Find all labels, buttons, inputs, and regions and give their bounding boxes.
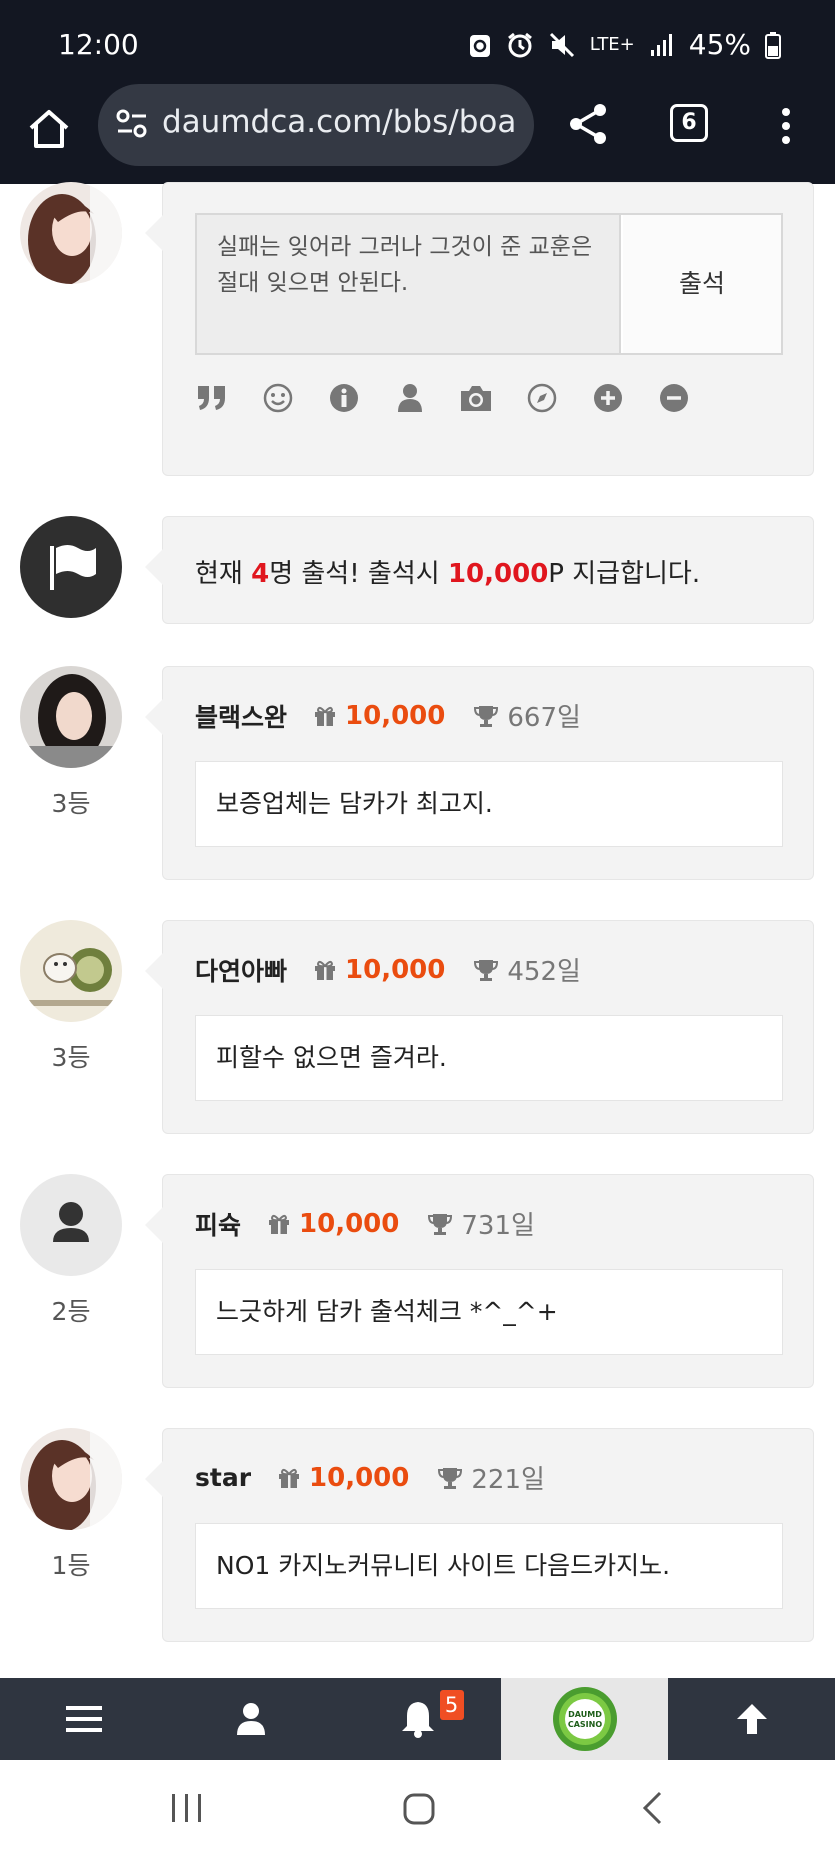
svg-text:CASINO: CASINO (567, 1720, 601, 1729)
mute-icon (549, 32, 574, 57)
trophy-icon (474, 705, 499, 727)
status-time: 12:00 (58, 28, 139, 61)
attend-button[interactable]: 출석 (623, 215, 781, 353)
battery-icon (765, 31, 781, 59)
attendance-days: 221일 (471, 1465, 545, 1495)
battery-percent: 45% (688, 28, 751, 61)
rank-label: 3등 (51, 789, 91, 818)
bottom-navigation: 5 DAUMD CASINO (0, 1678, 835, 1760)
smile-icon[interactable] (261, 381, 295, 415)
info-icon[interactable] (327, 381, 361, 415)
alarm-icon (507, 32, 532, 57)
nickname[interactable]: 피슉 (195, 1206, 241, 1242)
gift-icon (315, 706, 336, 726)
attendance-entry: 다연아빠 10,000 452일 피할수 없으면 즐겨라. (145, 920, 814, 1134)
entry-meta: 블랙스완 10,000 667일 (195, 697, 581, 734)
sync-icon (469, 34, 490, 57)
attendance-days: 667일 (507, 703, 581, 733)
trophy-icon (428, 1213, 453, 1235)
attendance-entry: star 10,000 221일 NO1 카지노커뮤니티 사이트 다음드카지노. (145, 1428, 814, 1642)
attendance-entry: 블랙스완 10,000 667일 보증업체는 담카가 최고지. (145, 666, 814, 880)
bell-icon (401, 1702, 434, 1738)
entry-meta: star 10,000 221일 (195, 1459, 545, 1496)
points-value: 10,000 (309, 1462, 410, 1493)
network-type: LTE+ (589, 34, 635, 55)
attendance-notice: 현재 4명 출석! 출석시 10,000P 지급합니다. (145, 516, 814, 624)
avatar-star[interactable] (20, 1428, 122, 1530)
url-text: daumdca.com/bbs/boa (162, 104, 517, 140)
rank-label: 3등 (51, 1043, 91, 1072)
composer-toolbar (195, 381, 691, 415)
attendee-count: 4 (251, 559, 270, 589)
nickname[interactable]: 블랙스완 (195, 698, 287, 734)
status-icons: LTE+ 45% (468, 28, 781, 61)
camera-icon[interactable] (459, 381, 493, 415)
attendance-days: 731일 (461, 1211, 535, 1241)
nav-scroll-top-button[interactable] (668, 1678, 835, 1760)
gift-icon (315, 960, 336, 980)
nickname[interactable]: star (195, 1463, 251, 1492)
nickname[interactable]: 다연아빠 (195, 952, 287, 988)
entry-comment: 피할수 없으면 즐겨라. (195, 1015, 783, 1101)
entry-comment: 느긋하게 담카 출석체크 *^_^+ (195, 1269, 783, 1355)
points-value: 10,000 (345, 700, 446, 731)
daumd-casino-logo: DAUMD CASINO (552, 1687, 617, 1751)
tab-switcher-button[interactable]: 6 (670, 104, 708, 142)
reward-points: 10,000 (447, 559, 549, 589)
attendance-composer: 실패는 잊어라 그러나 그것이 준 교훈은 절대 잊으면 안된다. 출석 (145, 182, 814, 476)
attendance-message-input[interactable]: 실패는 잊어라 그러나 그것이 준 교훈은 절대 잊으면 안된다. (197, 215, 621, 353)
rank-label: 1등 (51, 1551, 91, 1580)
quote-icon[interactable] (195, 381, 229, 415)
nav-profile-button[interactable] (167, 1678, 334, 1760)
trophy-icon (438, 1467, 463, 1489)
notice-text: 현재 4명 출석! 출석시 10,000P 지급합니다. (195, 559, 701, 589)
recent-apps-icon[interactable] (170, 1792, 204, 1824)
status-bar: 12:00 LTE+ 45% (0, 0, 835, 84)
back-icon[interactable] (640, 1790, 664, 1826)
compass-icon[interactable] (525, 381, 559, 415)
my-avatar (20, 182, 122, 284)
nav-notifications-button[interactable]: 5 (334, 1678, 501, 1760)
gift-icon (279, 1468, 300, 1488)
attendance-days: 452일 (507, 957, 581, 987)
trophy-icon (474, 959, 499, 981)
nav-menu-button[interactable] (0, 1678, 167, 1760)
rank-label: 2등 (51, 1297, 91, 1326)
flag-icon (50, 545, 96, 590)
points-value: 10,000 (345, 954, 446, 985)
avatar-default[interactable] (20, 1174, 122, 1276)
site-settings-icon[interactable] (114, 106, 150, 142)
avatar-dayeon-dad[interactable] (20, 920, 122, 1022)
composer-box: 실패는 잊어라 그러나 그것이 준 교훈은 절대 잊으면 안된다. 출석 (195, 213, 783, 355)
svg-text:DAUMD: DAUMD (568, 1710, 602, 1719)
home-icon[interactable] (26, 106, 72, 152)
hamburger-icon (65, 1706, 102, 1732)
signal-icon (650, 33, 672, 56)
flag-avatar (20, 516, 122, 618)
minus-circle-icon[interactable] (657, 381, 691, 415)
share-icon[interactable] (566, 102, 610, 146)
avatar-blackswan[interactable] (20, 666, 122, 768)
attendance-entry: 피슉 10,000 731일 느긋하게 담카 출석체크 *^_^+ (145, 1174, 814, 1388)
address-bar[interactable]: daumdca.com/bbs/boa (98, 84, 534, 166)
browser-toolbar: daumdca.com/bbs/boa 6 (0, 84, 835, 184)
entry-meta: 피슉 10,000 731일 (195, 1205, 535, 1242)
home-nav-icon[interactable] (402, 1792, 436, 1826)
entry-comment: 보증업체는 담카가 최고지. (195, 761, 783, 847)
arrow-up-icon (736, 1704, 767, 1734)
notification-badge: 5 (439, 1690, 464, 1720)
user-icon[interactable] (393, 381, 427, 415)
plus-circle-icon[interactable] (591, 381, 625, 415)
user-icon (236, 1703, 265, 1735)
gift-icon (269, 1214, 290, 1234)
user-icon (53, 1202, 89, 1242)
nav-home-logo[interactable]: DAUMD CASINO (501, 1678, 668, 1760)
more-menu-icon[interactable] (776, 106, 796, 146)
entry-meta: 다연아빠 10,000 452일 (195, 951, 581, 988)
entry-comment: NO1 카지노커뮤니티 사이트 다음드카지노. (195, 1523, 783, 1609)
points-value: 10,000 (299, 1208, 400, 1239)
system-navigation-bar (0, 1760, 835, 1856)
